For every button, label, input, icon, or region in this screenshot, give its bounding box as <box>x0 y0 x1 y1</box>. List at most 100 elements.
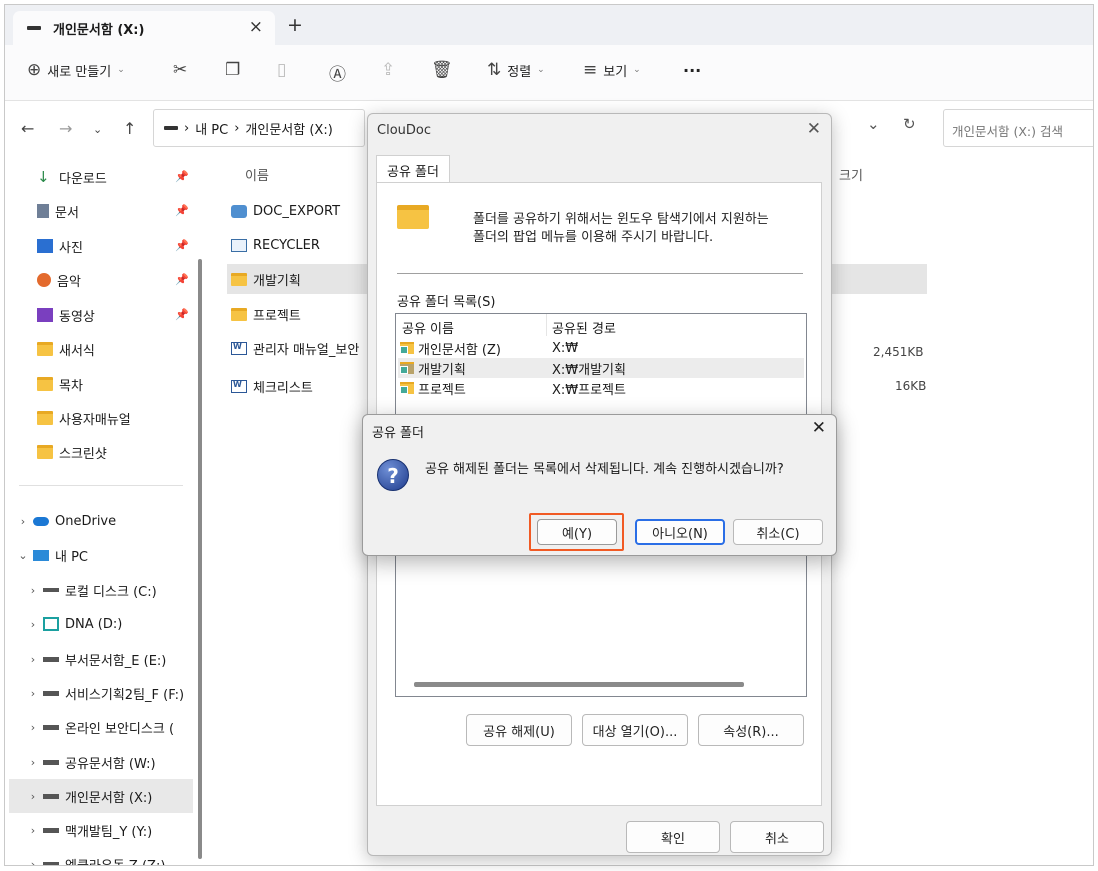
nav-label: 서비스기획2팀_F (F:) <box>65 687 185 703</box>
view-button[interactable]: ≡ 보기 ⌄ <box>583 60 641 80</box>
list-scrollbar[interactable] <box>414 682 744 687</box>
network-drive-icon <box>43 656 59 662</box>
info-line-2: 폴더의 팝업 메뉴를 이용해 주시기 바랍니다. <box>473 230 714 245</box>
copy-button[interactable]: ❐ <box>225 60 240 80</box>
share-row[interactable]: 프로젝트 X:₩프로젝트 <box>398 378 804 398</box>
chevron-right-icon[interactable]: › <box>23 584 43 597</box>
no-button[interactable]: 아니오(N) <box>635 519 725 545</box>
history-chevron-icon[interactable]: ⌄ <box>867 115 880 133</box>
pin-icon[interactable]: 📌 <box>175 204 189 217</box>
nav-item-secure-disk[interactable]: › 온라인 보안디스크 ( <box>23 712 174 742</box>
forward-arrow-icon[interactable]: → <box>59 119 72 138</box>
chevron-right-icon[interactable]: › <box>23 618 43 631</box>
chevron-right-icon[interactable]: › <box>23 824 43 837</box>
nav-item-folder[interactable]: 목차 <box>17 369 83 399</box>
breadcrumb-pc[interactable]: 내 PC <box>195 119 228 138</box>
nav-scrollbar[interactable] <box>198 259 202 859</box>
sync-drive-icon <box>43 617 59 631</box>
chevron-right-icon[interactable]: › <box>23 790 43 803</box>
nav-item-drive-f[interactable]: › 서비스기획2팀_F (F:) <box>23 678 184 708</box>
nav-item-folder[interactable]: 새서식 <box>17 334 95 364</box>
column-header-name[interactable]: 이름 <box>245 165 269 184</box>
folder-icon <box>231 307 247 321</box>
tab-drive-x[interactable]: 개인문서함 (X:) × <box>13 11 275 45</box>
sort-icon: ⇅ <box>487 60 502 80</box>
properties-button[interactable]: 속성(R)... <box>698 714 804 746</box>
nav-item-drive-x[interactable]: › 개인문서함 (X:) <box>9 779 193 813</box>
nav-item-videos[interactable]: 동영상 <box>17 300 95 330</box>
nav-item-folder[interactable]: 스크린샷 <box>17 437 107 467</box>
chevron-right-icon[interactable]: › <box>23 721 43 734</box>
paste-button[interactable]: ▯ <box>277 60 286 80</box>
share-name: 프로젝트 <box>418 382 466 398</box>
nav-item-thispc[interactable]: ⌄ 내 PC <box>13 540 88 570</box>
nav-item-drive-c[interactable]: › 로컬 디스크 (C:) <box>23 575 157 605</box>
column-header-path[interactable]: 공유된 경로 <box>552 318 616 337</box>
download-icon: ↓ <box>37 168 50 186</box>
rename-button[interactable]: Ⓐ <box>329 60 346 85</box>
word-doc-icon <box>231 341 247 355</box>
picture-icon <box>37 239 53 253</box>
nav-item-onedrive[interactable]: › OneDrive <box>13 506 116 536</box>
share-row[interactable]: 개인문서함 (Z) X:₩ <box>398 338 804 358</box>
cancel-button[interactable]: 취소 <box>730 821 824 853</box>
nav-item-drive-z[interactable]: › 엠클라우독 Z (Z:) <box>23 849 165 866</box>
back-arrow-icon[interactable]: ← <box>21 119 34 138</box>
tab-shared-folders[interactable]: 공유 폴더 <box>376 155 450 183</box>
chevron-right-icon[interactable]: › <box>23 653 43 666</box>
nav-item-drive-y[interactable]: › 맥개발팀_Y (Y:) <box>23 815 152 845</box>
delete-button[interactable]: 🗑 <box>431 60 453 80</box>
pin-icon[interactable]: 📌 <box>175 170 189 183</box>
chevron-right-icon[interactable]: › <box>23 756 43 769</box>
column-header-share-name[interactable]: 공유 이름 <box>402 318 454 337</box>
nav-item-drive-w[interactable]: › 공유문서함 (W:) <box>23 747 156 777</box>
chevron-right-icon[interactable]: › <box>13 515 33 528</box>
new-tab-button[interactable]: + <box>287 14 303 36</box>
up-arrow-icon[interactable]: ↑ <box>123 119 136 138</box>
nav-label: 맥개발팀_Y (Y:) <box>65 824 153 840</box>
chevron-right-icon[interactable]: › <box>23 687 43 700</box>
chevron-right-icon[interactable]: › <box>23 858 43 866</box>
nav-item-folder[interactable]: 사용자매뉴얼 <box>17 403 131 433</box>
cancel-button[interactable]: 취소(C) <box>733 519 823 545</box>
close-icon[interactable]: ✕ <box>812 418 826 438</box>
pin-icon[interactable]: 📌 <box>175 239 189 252</box>
nav-item-drive-d[interactable]: › DNA (D:) <box>23 609 123 639</box>
nav-item-drive-e[interactable]: › 부서문서함_E (E:) <box>23 644 167 674</box>
unshare-button[interactable]: 공유 해제(U) <box>466 714 572 746</box>
new-label: 새로 만들기 <box>47 64 112 80</box>
column-header-size[interactable]: 크기 <box>839 165 863 184</box>
network-drive-icon <box>43 793 59 799</box>
recent-chevron-icon[interactable]: ⌄ <box>93 123 102 136</box>
close-tab-icon[interactable]: × <box>249 17 263 37</box>
nav-item-download[interactable]: ↓ 다운로드 <box>17 162 107 192</box>
breadcrumb-drive[interactable]: 개인문서함 (X:) <box>245 119 332 138</box>
search-input[interactable]: 개인문서함 (X:) 검색 <box>943 109 1093 147</box>
question-icon: ? <box>377 459 409 491</box>
nav-item-music[interactable]: 음악 <box>17 265 81 295</box>
open-target-button[interactable]: 대상 열기(O)... <box>582 714 688 746</box>
nav-item-pictures[interactable]: 사진 <box>17 231 83 261</box>
new-button[interactable]: ⊕ 새로 만들기 ⌄ <box>27 60 125 80</box>
nav-item-documents[interactable]: 문서 <box>17 196 79 226</box>
address-bar[interactable]: › 내 PC › 개인문서함 (X:) <box>153 109 365 147</box>
more-button[interactable]: ... <box>683 57 701 76</box>
nav-label: 공유문서함 (W:) <box>65 756 156 772</box>
shared-folder-icon <box>400 362 414 374</box>
refresh-icon[interactable]: ↻ <box>903 115 916 133</box>
share-row[interactable]: 개발기획 X:₩개발기획 <box>398 358 804 378</box>
pin-icon[interactable]: 📌 <box>175 308 189 321</box>
close-icon[interactable]: ✕ <box>807 119 821 139</box>
chevron-down-icon[interactable]: ⌄ <box>13 549 33 562</box>
navigation-pane: ↓ 다운로드 📌 문서 📌 사진 📌 음악 📌 동영상 📌 새서식 목차 사용자… <box>5 159 205 866</box>
nav-label: 동영상 <box>59 309 95 325</box>
column-divider <box>546 314 547 336</box>
network-drive-icon <box>43 724 59 730</box>
sort-button[interactable]: ⇅ 정렬 ⌄ <box>487 60 545 80</box>
drive-icon <box>27 26 41 30</box>
pin-icon[interactable]: 📌 <box>175 273 189 286</box>
cut-button[interactable]: ✂ <box>173 60 187 80</box>
share-button[interactable]: ⇪ <box>381 60 395 80</box>
folder-icon <box>37 411 53 425</box>
ok-button[interactable]: 확인 <box>626 821 720 853</box>
